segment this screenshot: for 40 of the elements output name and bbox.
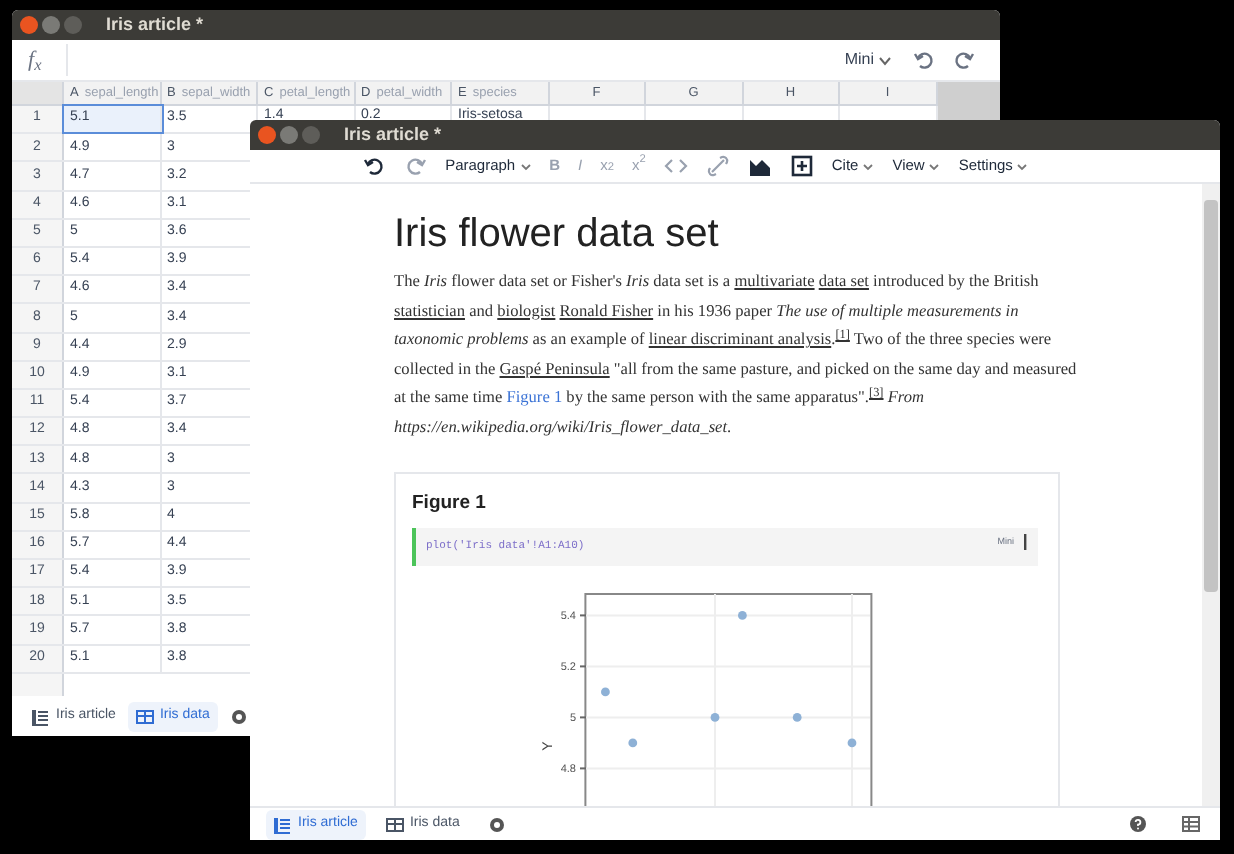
panel-icon[interactable] <box>1182 816 1200 832</box>
link[interactable]: biologist <box>497 301 556 320</box>
link[interactable]: statistician <box>394 301 465 320</box>
plus-box-icon[interactable] <box>789 154 814 178</box>
minimize-button[interactable] <box>42 16 60 34</box>
help-icon[interactable] <box>1130 816 1146 832</box>
table-icon <box>385 815 404 833</box>
undo-icon[interactable] <box>361 154 386 178</box>
link[interactable]: multivariate <box>734 272 815 290</box>
link[interactable]: Gaspé Peninsula <box>499 359 610 378</box>
close-button[interactable] <box>258 126 276 144</box>
figure-title: Figure 1 <box>412 489 488 518</box>
caret-icon <box>519 161 532 171</box>
citation-link[interactable]: [3] <box>869 386 884 401</box>
scrollbar <box>938 82 1000 120</box>
settings-icon[interactable] <box>487 815 506 833</box>
link[interactable]: data set <box>818 272 869 290</box>
image-icon[interactable] <box>747 154 772 178</box>
link[interactable]: linear discriminant analysis <box>648 330 832 349</box>
document-icon <box>274 815 292 833</box>
citation-link[interactable]: [1] <box>835 328 850 343</box>
redo-icon[interactable] <box>952 48 976 72</box>
minimize-button[interactable] <box>280 126 298 144</box>
caret-icon <box>862 161 875 171</box>
figure-link[interactable]: Figure 1 <box>506 388 563 407</box>
caret-icon <box>928 161 941 171</box>
kebab-icon[interactable] <box>1022 533 1028 550</box>
table-icon <box>135 707 154 725</box>
caret-icon <box>878 53 892 67</box>
mode-dropdown[interactable]: Mini <box>844 48 874 72</box>
article-paragraph: The Iris flower data set or Fisher's Iris data set is a multivariate data set introduced by the British statistician and biologist Ronald Fisher in his 1936 paper The use of multiple measurements in taxonomic problems as an example of linear discriminant analysis.$^{[1]}$ Two of the three species were collected in the Gaspé Peninsula "all from the same pasture, and picked on the same day and measured at the same time Figure 1 by the same person with the same apparatus".$^{[3]}$ From https://en.wikipedia.org/wiki/Iris_flower_data_set. <box>394 270 1079 440</box>
window-title: Iris article * <box>106 11 204 38</box>
scrollbar-thumb[interactable] <box>1204 200 1218 592</box>
link[interactable]: Ronald Fisher <box>559 301 654 320</box>
caret-icon <box>1016 161 1029 171</box>
window-title: Iris article * <box>344 121 442 148</box>
settings-icon[interactable] <box>229 707 248 725</box>
article-heading: Iris flower data set <box>394 210 721 260</box>
close-button[interactable] <box>20 16 38 34</box>
document-icon <box>32 707 50 725</box>
